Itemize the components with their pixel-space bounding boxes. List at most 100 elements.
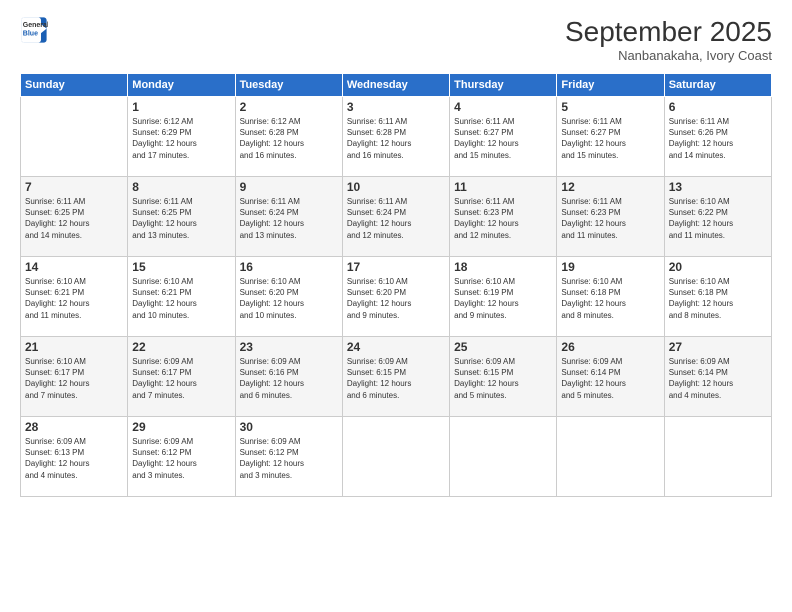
day-info: Sunrise: 6:10 AM Sunset: 6:17 PM Dayligh… <box>25 356 123 401</box>
day-number: 25 <box>454 340 552 354</box>
day-number: 22 <box>132 340 230 354</box>
day-cell: 14 Sunrise: 6:10 AM Sunset: 6:21 PM Dayli… <box>21 257 128 337</box>
day-info: Sunrise: 6:11 AM Sunset: 6:24 PM Dayligh… <box>240 196 338 241</box>
week-row-5: 28Sunrise: 6:09 AM Sunset: 6:13 PM Dayli… <box>21 417 772 497</box>
day-cell <box>664 417 771 497</box>
day-number: 29 <box>132 420 230 434</box>
day-cell: 10 Sunrise: 6:11 AM Sunset: 6:24 PM Dayli… <box>342 177 449 257</box>
day-info: Sunrise: 6:10 AM Sunset: 6:21 PM Dayligh… <box>132 276 230 321</box>
col-header-saturday: Saturday <box>664 74 771 97</box>
day-info: Sunrise: 6:09 AM Sunset: 6:17 PM Dayligh… <box>132 356 230 401</box>
day-cell: 24Sunrise: 6:09 AM Sunset: 6:15 PM Dayli… <box>342 337 449 417</box>
day-cell: 21 Sunrise: 6:10 AM Sunset: 6:17 PM Dayli… <box>21 337 128 417</box>
day-info: Sunrise: 6:09 AM Sunset: 6:12 PM Dayligh… <box>132 436 230 481</box>
day-info: Sunrise: 6:11 AM Sunset: 6:27 PM Dayligh… <box>454 116 552 161</box>
day-number: 4 <box>454 100 552 114</box>
day-number: 11 <box>454 180 552 194</box>
col-header-tuesday: Tuesday <box>235 74 342 97</box>
week-row-3: 14 Sunrise: 6:10 AM Sunset: 6:21 PM Dayli… <box>21 257 772 337</box>
day-cell: 26 Sunrise: 6:09 AM Sunset: 6:14 PM Dayli… <box>557 337 664 417</box>
day-cell <box>342 417 449 497</box>
day-number: 8 <box>132 180 230 194</box>
day-cell: 29 Sunrise: 6:09 AM Sunset: 6:12 PM Dayli… <box>128 417 235 497</box>
day-info: Sunrise: 6:10 AM Sunset: 6:20 PM Dayligh… <box>240 276 338 321</box>
day-number: 23 <box>240 340 338 354</box>
day-number: 19 <box>561 260 659 274</box>
col-header-wednesday: Wednesday <box>342 74 449 97</box>
day-info: Sunrise: 6:09 AM Sunset: 6:15 PM Dayligh… <box>347 356 445 401</box>
svg-text:General: General <box>23 22 48 29</box>
day-cell: 20Sunrise: 6:10 AM Sunset: 6:18 PM Dayli… <box>664 257 771 337</box>
week-row-4: 21 Sunrise: 6:10 AM Sunset: 6:17 PM Dayli… <box>21 337 772 417</box>
day-cell: 17 Sunrise: 6:10 AM Sunset: 6:20 PM Dayli… <box>342 257 449 337</box>
day-info: Sunrise: 6:11 AM Sunset: 6:25 PM Dayligh… <box>25 196 123 241</box>
day-number: 17 <box>347 260 445 274</box>
day-cell: 13 Sunrise: 6:10 AM Sunset: 6:22 PM Dayli… <box>664 177 771 257</box>
day-cell <box>557 417 664 497</box>
day-number: 12 <box>561 180 659 194</box>
day-info: Sunrise: 6:11 AM Sunset: 6:26 PM Dayligh… <box>669 116 767 161</box>
day-number: 1 <box>132 100 230 114</box>
day-number: 10 <box>347 180 445 194</box>
day-number: 5 <box>561 100 659 114</box>
day-number: 21 <box>25 340 123 354</box>
calendar-table: SundayMondayTuesdayWednesdayThursdayFrid… <box>20 73 772 497</box>
day-cell: 9 Sunrise: 6:11 AM Sunset: 6:24 PM Daylig… <box>235 177 342 257</box>
col-header-monday: Monday <box>128 74 235 97</box>
day-cell: 1 Sunrise: 6:12 AM Sunset: 6:29 PM Daylig… <box>128 97 235 177</box>
day-number: 30 <box>240 420 338 434</box>
day-number: 18 <box>454 260 552 274</box>
day-cell: 2Sunrise: 6:12 AM Sunset: 6:28 PM Daylig… <box>235 97 342 177</box>
week-row-2: 7 Sunrise: 6:11 AM Sunset: 6:25 PM Daylig… <box>21 177 772 257</box>
day-info: Sunrise: 6:10 AM Sunset: 6:19 PM Dayligh… <box>454 276 552 321</box>
day-number: 9 <box>240 180 338 194</box>
day-cell: 27 Sunrise: 6:09 AM Sunset: 6:14 PM Dayli… <box>664 337 771 417</box>
logo-icon: General Blue <box>20 16 48 44</box>
day-cell: 18 Sunrise: 6:10 AM Sunset: 6:19 PM Dayli… <box>450 257 557 337</box>
day-number: 6 <box>669 100 767 114</box>
day-info: Sunrise: 6:09 AM Sunset: 6:12 PM Dayligh… <box>240 436 338 481</box>
day-cell: 6 Sunrise: 6:11 AM Sunset: 6:26 PM Daylig… <box>664 97 771 177</box>
week-row-1: 1 Sunrise: 6:12 AM Sunset: 6:29 PM Daylig… <box>21 97 772 177</box>
day-info: Sunrise: 6:10 AM Sunset: 6:21 PM Dayligh… <box>25 276 123 321</box>
day-number: 7 <box>25 180 123 194</box>
day-info: Sunrise: 6:09 AM Sunset: 6:16 PM Dayligh… <box>240 356 338 401</box>
day-cell: 28Sunrise: 6:09 AM Sunset: 6:13 PM Dayli… <box>21 417 128 497</box>
svg-text:Blue: Blue <box>23 31 38 38</box>
col-header-thursday: Thursday <box>450 74 557 97</box>
day-cell: 22 Sunrise: 6:09 AM Sunset: 6:17 PM Dayli… <box>128 337 235 417</box>
day-cell: 23 Sunrise: 6:09 AM Sunset: 6:16 PM Dayli… <box>235 337 342 417</box>
day-cell: 16 Sunrise: 6:10 AM Sunset: 6:20 PM Dayli… <box>235 257 342 337</box>
day-info: Sunrise: 6:11 AM Sunset: 6:23 PM Dayligh… <box>561 196 659 241</box>
day-info: Sunrise: 6:11 AM Sunset: 6:27 PM Dayligh… <box>561 116 659 161</box>
day-info: Sunrise: 6:11 AM Sunset: 6:28 PM Dayligh… <box>347 116 445 161</box>
day-cell: 15Sunrise: 6:10 AM Sunset: 6:21 PM Dayli… <box>128 257 235 337</box>
day-info: Sunrise: 6:09 AM Sunset: 6:14 PM Dayligh… <box>669 356 767 401</box>
day-cell: 25 Sunrise: 6:09 AM Sunset: 6:15 PM Dayli… <box>450 337 557 417</box>
day-number: 13 <box>669 180 767 194</box>
day-info: Sunrise: 6:09 AM Sunset: 6:15 PM Dayligh… <box>454 356 552 401</box>
day-cell <box>450 417 557 497</box>
day-info: Sunrise: 6:11 AM Sunset: 6:24 PM Dayligh… <box>347 196 445 241</box>
day-cell: 7 Sunrise: 6:11 AM Sunset: 6:25 PM Daylig… <box>21 177 128 257</box>
day-cell: 3Sunrise: 6:11 AM Sunset: 6:28 PM Daylig… <box>342 97 449 177</box>
month-title: September 2025 <box>565 16 772 48</box>
subtitle: Nanbanakaha, Ivory Coast <box>565 48 772 63</box>
day-info: Sunrise: 6:09 AM Sunset: 6:13 PM Dayligh… <box>25 436 123 481</box>
day-number: 27 <box>669 340 767 354</box>
day-info: Sunrise: 6:10 AM Sunset: 6:22 PM Dayligh… <box>669 196 767 241</box>
day-info: Sunrise: 6:10 AM Sunset: 6:20 PM Dayligh… <box>347 276 445 321</box>
day-info: Sunrise: 6:11 AM Sunset: 6:23 PM Dayligh… <box>454 196 552 241</box>
day-info: Sunrise: 6:09 AM Sunset: 6:14 PM Dayligh… <box>561 356 659 401</box>
day-info: Sunrise: 6:12 AM Sunset: 6:28 PM Dayligh… <box>240 116 338 161</box>
day-number: 14 <box>25 260 123 274</box>
day-number: 16 <box>240 260 338 274</box>
day-number: 26 <box>561 340 659 354</box>
page: General Blue September 2025 Nanbanakaha,… <box>0 0 792 612</box>
title-block: September 2025 Nanbanakaha, Ivory Coast <box>565 16 772 63</box>
day-info: Sunrise: 6:12 AM Sunset: 6:29 PM Dayligh… <box>132 116 230 161</box>
day-info: Sunrise: 6:10 AM Sunset: 6:18 PM Dayligh… <box>669 276 767 321</box>
day-cell: 8Sunrise: 6:11 AM Sunset: 6:25 PM Daylig… <box>128 177 235 257</box>
col-header-friday: Friday <box>557 74 664 97</box>
day-cell: 30 Sunrise: 6:09 AM Sunset: 6:12 PM Dayli… <box>235 417 342 497</box>
